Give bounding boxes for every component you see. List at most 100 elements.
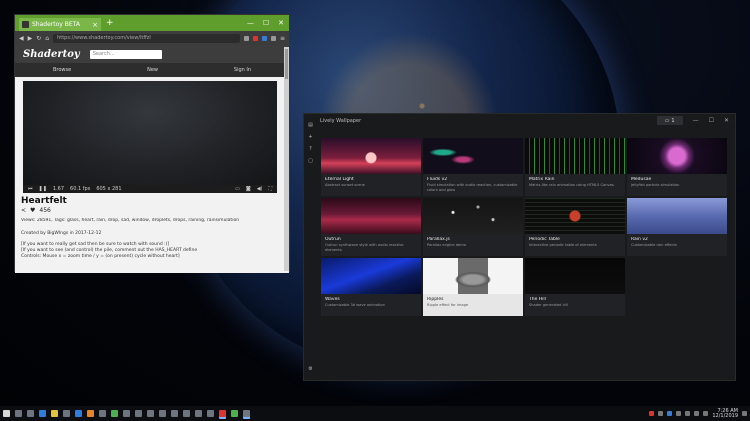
menu-sign-in[interactable]: Sign In [234, 67, 251, 73]
settings-icon[interactable]: ⚙ [308, 366, 312, 372]
screenshot-icon[interactable]: ◙ [246, 186, 251, 192]
site-logo[interactable]: Shadertoy [23, 49, 80, 60]
search-input[interactable]: Search... [89, 49, 162, 59]
extension-icon[interactable] [270, 35, 276, 41]
back-icon[interactable]: ◀ [19, 35, 24, 42]
library-icon[interactable]: ▤ [308, 122, 313, 128]
wallpaper-card-selected[interactable]: Ripples Ripple effect for image [423, 258, 523, 316]
scrollbar-thumb[interactable] [285, 49, 288, 79]
tray-icon[interactable] [685, 411, 691, 416]
wallpaper-name: Medusae [631, 177, 652, 182]
tray-icon[interactable] [676, 411, 682, 416]
menu-icon[interactable]: ≡ [280, 35, 285, 42]
task-view-icon[interactable] [27, 410, 34, 417]
wallpaper-card[interactable]: Outrun Outrun synthwave style with audio … [321, 198, 421, 256]
wallpaper-thumbnail [525, 138, 625, 174]
minimize-icon[interactable]: — [247, 19, 254, 27]
browser-window[interactable]: Shadertoy BETA × + — ☐ ✕ ◀ ▶ ↻ ⌂ https:/… [14, 14, 290, 273]
wallpaper-name: Outrun [325, 237, 341, 242]
wallpaper-card[interactable]: Eternal Light Abstract sunset scene [321, 138, 421, 196]
wallpaper-thumbnail [627, 198, 727, 234]
app-icon[interactable] [183, 410, 190, 417]
close-icon[interactable]: ✕ [724, 117, 729, 124]
wallpaper-card[interactable]: Fluids v2 Fluid simulation with audio rea… [423, 138, 523, 196]
add-icon[interactable]: + [308, 134, 312, 140]
shadertoy-favicon-icon [22, 21, 29, 28]
maximize-icon[interactable]: ☐ [709, 117, 714, 124]
search-icon[interactable] [15, 410, 22, 417]
wallpaper-desc: Matrix-like rain animation using HTML5 C… [529, 183, 614, 187]
share-icon[interactable]: < [21, 207, 26, 214]
player-fps: 60.1 fps [70, 186, 91, 192]
wallpaper-desc: Jellyfish particle simulation [631, 183, 680, 187]
scrollbar[interactable] [284, 47, 289, 271]
refresh-icon[interactable]: ↻ [36, 35, 41, 42]
views-tags: Views: 28591, Tags: glass, heart, rain, … [21, 218, 240, 223]
tray-icon[interactable] [667, 411, 673, 416]
app-icon[interactable] [159, 410, 166, 417]
monitor-select-button[interactable]: ▭ 1 [656, 116, 683, 125]
minimize-icon[interactable]: — [693, 117, 699, 124]
fullscreen-icon[interactable]: ⛶ [268, 186, 272, 192]
start-icon[interactable] [3, 410, 10, 417]
browser-tab[interactable]: Shadertoy BETA × [19, 18, 101, 31]
forward-icon[interactable]: ▶ [28, 35, 33, 42]
app-icon[interactable] [195, 410, 202, 417]
wallpaper-card[interactable]: Rain v2 Customizable rain effects [627, 198, 727, 256]
close-icon[interactable]: ✕ [278, 19, 284, 27]
heart-icon[interactable]: ♥ [30, 207, 35, 214]
app-icon[interactable] [123, 410, 130, 417]
pause-icon[interactable]: ❚❚ [39, 186, 47, 192]
wallpaper-card[interactable]: Medusae Jellyfish particle simulation [627, 138, 727, 196]
extension-icon[interactable] [243, 35, 249, 41]
app-icon[interactable] [147, 410, 154, 417]
address-bar[interactable]: https://www.shadertoy.com/view/ltffzl [53, 33, 240, 43]
app-icon[interactable] [99, 410, 106, 417]
app-icon[interactable] [207, 410, 214, 417]
home-icon[interactable]: ⌂ [45, 35, 49, 42]
chat-icon[interactable]: ▢ [308, 158, 313, 164]
lively-sidebar: ▤ + ? ▢ ⚙ [304, 114, 317, 380]
volume-icon[interactable]: ◀) [257, 186, 263, 192]
mail-icon[interactable] [75, 410, 82, 417]
notification-icon[interactable] [742, 411, 747, 416]
app-icon[interactable] [135, 410, 142, 417]
file-explorer-icon[interactable] [51, 410, 58, 417]
clock[interactable]: 7:26 AM 12/1/2019 [712, 408, 738, 419]
maximize-icon[interactable]: ☐ [263, 19, 269, 27]
lively-window[interactable]: Lively Wallpaper ▭ 1 — ☐ ✕ ▤ + ? ▢ ⚙ Ete… [303, 113, 736, 381]
browser-taskbar-icon[interactable] [219, 410, 226, 417]
wallpaper-card[interactable]: Matrix Rain Matrix-like rain animation us… [525, 138, 625, 196]
close-tab-icon[interactable]: × [92, 21, 98, 29]
help-icon[interactable]: ? [309, 146, 312, 152]
wallpaper-desc: Fluid simulation with audio reaction, cu… [427, 183, 518, 192]
wallpaper-card[interactable]: Waves Customizable 3d wave animation [321, 258, 421, 316]
menu-new[interactable]: New [147, 67, 158, 73]
tray-icon[interactable] [649, 411, 655, 416]
vr-icon[interactable]: ▭ [235, 186, 240, 192]
wallpaper-card[interactable]: Parallax.js Parallax engine demo [423, 198, 523, 256]
tray-icon[interactable] [658, 411, 664, 416]
volume-icon[interactable] [703, 411, 709, 416]
monitor-icon: ▭ [664, 117, 670, 124]
edge-icon[interactable] [39, 410, 46, 417]
app-icon[interactable] [111, 410, 118, 417]
new-tab-button[interactable]: + [106, 18, 114, 28]
rewind-icon[interactable]: ⏮ [28, 186, 33, 192]
app-icon[interactable] [87, 410, 94, 417]
store-icon[interactable] [63, 410, 70, 417]
shader-canvas[interactable] [23, 81, 277, 185]
app-icon[interactable] [171, 410, 178, 417]
wallpaper-name: The Hill [529, 297, 546, 302]
menu-browse[interactable]: Browse [53, 67, 71, 73]
extension-icon[interactable] [252, 35, 258, 41]
lively-taskbar-icon[interactable] [243, 410, 250, 417]
wallpaper-card[interactable]: Periodic Table Interactive periodic table… [525, 198, 625, 256]
extension-icon[interactable] [261, 35, 267, 41]
window-controls: ▭ 1 — ☐ ✕ [656, 116, 735, 125]
likes-row: < ♥ 456 [21, 207, 283, 214]
network-icon[interactable] [694, 411, 700, 416]
description-line: Controls: Mouse x = zoom time / y = (on … [21, 254, 180, 259]
app-icon[interactable] [231, 410, 238, 417]
wallpaper-card[interactable]: The Hill Shader generated hill [525, 258, 625, 316]
